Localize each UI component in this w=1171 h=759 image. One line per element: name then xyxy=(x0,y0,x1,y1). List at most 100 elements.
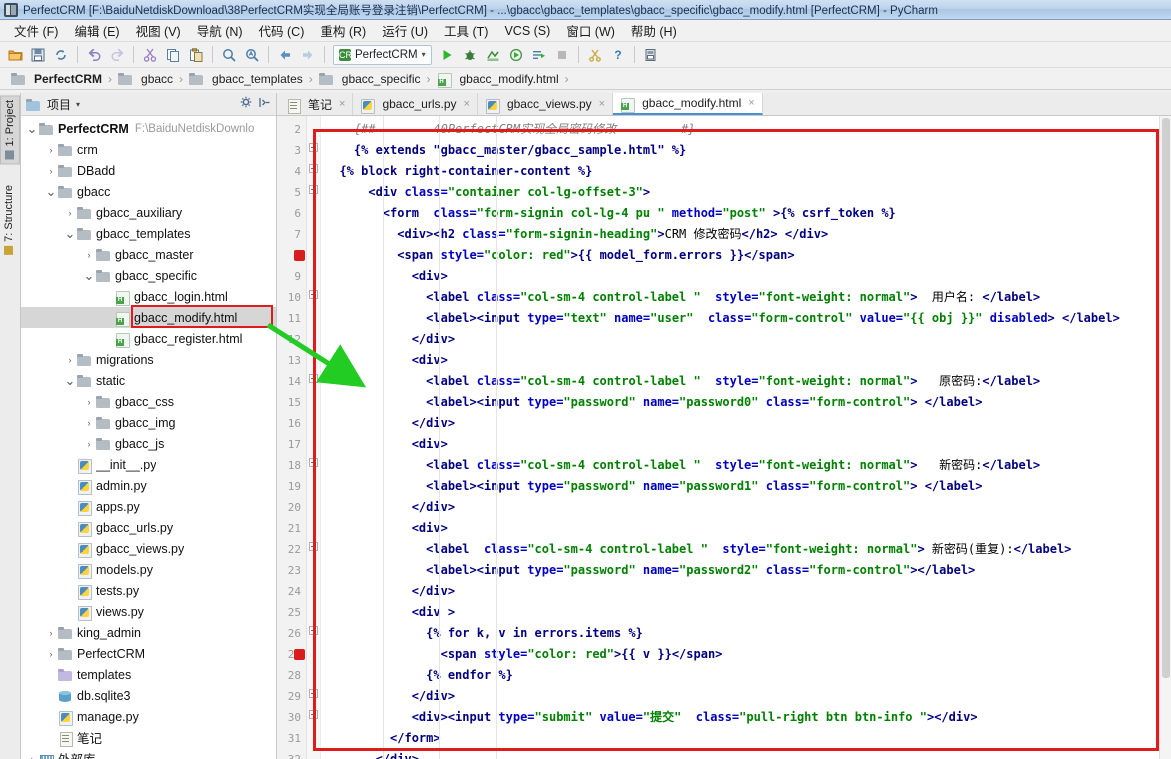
editor-tab-gbacc_views.py[interactable]: gbacc_views.py × xyxy=(478,93,614,115)
paste-icon[interactable] xyxy=(185,44,207,66)
line-number[interactable]: 27 xyxy=(277,644,306,665)
code-line[interactable]: {% for k, v in errors.items %} xyxy=(321,623,1159,644)
open-folder-icon[interactable] xyxy=(4,44,26,66)
code-line[interactable]: <span style="color: red">{{ model_form.e… xyxy=(321,245,1159,266)
menu-help[interactable]: 帮助 (H) xyxy=(623,19,685,42)
chevron-right-icon[interactable]: › xyxy=(82,439,96,449)
line-number[interactable]: 29 xyxy=(277,686,306,707)
code-line[interactable]: <label><input type="password" name="pass… xyxy=(321,476,1159,497)
close-icon[interactable]: × xyxy=(339,98,345,110)
fold-marker[interactable] xyxy=(309,458,318,467)
forward-icon[interactable] xyxy=(297,44,319,66)
line-number[interactable]: 32 xyxy=(277,749,306,759)
chevron-down-icon[interactable]: ⌄ xyxy=(63,227,77,240)
tree-item-gbacc_register.html[interactable]: gbacc_register.html xyxy=(21,328,276,349)
tree-item-gbacc[interactable]: ⌄ gbacc xyxy=(21,181,276,202)
line-number[interactable]: 18 xyxy=(277,455,306,476)
line-number[interactable]: 26 xyxy=(277,623,306,644)
tree-item-templates[interactable]: templates xyxy=(21,664,276,685)
fold-marker[interactable] xyxy=(309,290,318,299)
menu-window[interactable]: 窗口 (W) xyxy=(558,19,623,42)
line-number[interactable]: 6 xyxy=(277,203,306,224)
code-line[interactable]: {% endfor %} xyxy=(321,665,1159,686)
line-number[interactable]: 7 xyxy=(277,224,306,245)
fold-marker[interactable] xyxy=(309,689,318,698)
chevron-down-icon[interactable]: ⌄ xyxy=(63,374,77,387)
code-line[interactable]: <div> xyxy=(321,518,1159,539)
menu-refactor[interactable]: 重构 (R) xyxy=(312,19,374,42)
tree-item-db.sqlite3[interactable]: db.sqlite3 xyxy=(21,685,276,706)
tree-item-perfectcrm[interactable]: ⌄ PerfectCRM F:\BaiduNetdiskDownlo xyxy=(21,118,276,139)
chevron-down-icon[interactable]: ⌄ xyxy=(44,185,58,198)
profile-icon[interactable] xyxy=(505,44,527,66)
tree-item-gbacc_modify.html[interactable]: gbacc_modify.html xyxy=(21,307,276,328)
code-line[interactable]: <form class="form-signin col-lg-4 pu " m… xyxy=(321,203,1159,224)
code-line[interactable]: <label><input type="password" name="pass… xyxy=(321,560,1159,581)
line-number[interactable]: 12 xyxy=(277,329,306,350)
close-icon[interactable]: × xyxy=(748,97,754,109)
line-number[interactable]: 3 xyxy=(277,140,306,161)
chevron-right-icon[interactable]: › xyxy=(44,628,58,638)
code-line[interactable]: {% block right-container-content %} xyxy=(321,161,1159,182)
breakpoint-marker[interactable] xyxy=(294,250,305,261)
tree-item-perfectcrm[interactable]: › PerfectCRM xyxy=(21,643,276,664)
line-number[interactable]: 8 xyxy=(277,245,306,266)
line-number[interactable]: 5 xyxy=(277,182,306,203)
tool-tab-structure[interactable]: 7: Structure xyxy=(0,181,18,259)
tree-item-gbacc_js[interactable]: › gbacc_js xyxy=(21,433,276,454)
tree-item-manage.py[interactable]: manage.py xyxy=(21,706,276,727)
line-number[interactable]: 30 xyxy=(277,707,306,728)
close-icon[interactable]: × xyxy=(599,98,605,110)
line-number[interactable]: 2 xyxy=(277,119,306,140)
chevron-right-icon[interactable]: › xyxy=(44,166,58,176)
code-line[interactable]: <label><input type="text" name="user" cl… xyxy=(321,308,1159,329)
chevron-right-icon[interactable]: › xyxy=(25,754,39,759)
code-line[interactable]: <div><input type="submit" value="提交" cla… xyxy=(321,707,1159,728)
code-line[interactable]: {## —————— 40PerfectCRM实现全局密码修改—————————… xyxy=(321,119,1159,140)
sync-icon[interactable] xyxy=(50,44,72,66)
line-number[interactable]: 25 xyxy=(277,602,306,623)
replace-icon[interactable] xyxy=(241,44,263,66)
menu-code[interactable]: 代码 (C) xyxy=(251,19,313,42)
tree-item-dbadd[interactable]: › DBadd xyxy=(21,160,276,181)
editor-tab-gbacc_modify.html[interactable]: gbacc_modify.html × xyxy=(613,93,763,115)
tree-item-gbacc_master[interactable]: › gbacc_master xyxy=(21,244,276,265)
back-icon[interactable] xyxy=(274,44,296,66)
breadcrumb-item-perfectcrm[interactable]: PerfectCRM xyxy=(7,71,106,87)
tree-item-static[interactable]: ⌄ static xyxy=(21,370,276,391)
tool-tab-project[interactable]: 1: Project xyxy=(0,95,20,165)
tree-item-crm[interactable]: › crm xyxy=(21,139,276,160)
tree-item-gbacc_img[interactable]: › gbacc_img xyxy=(21,412,276,433)
tree-item-migrations[interactable]: › migrations xyxy=(21,349,276,370)
line-number-gutter[interactable]: 2345678910111213141516171819202122232425… xyxy=(277,116,307,759)
find-icon[interactable] xyxy=(218,44,240,66)
menu-run[interactable]: 运行 (U) xyxy=(374,19,436,42)
line-number[interactable]: 11 xyxy=(277,308,306,329)
fold-marker[interactable] xyxy=(309,542,318,551)
chevron-right-icon[interactable]: › xyxy=(82,418,96,428)
tree-item-__init__.py[interactable]: __init__.py xyxy=(21,454,276,475)
menu-file[interactable]: 文件 (F) xyxy=(6,19,66,42)
code-line[interactable]: <span style="color: red">{{ v }}</span> xyxy=(321,644,1159,665)
menu-vcs[interactable]: VCS (S) xyxy=(496,22,558,40)
chevron-right-icon[interactable]: › xyxy=(44,649,58,659)
copy-icon[interactable] xyxy=(162,44,184,66)
editor-tab-bar[interactable]: 笔记×gbacc_urls.py×gbacc_views.py×gbacc_mo… xyxy=(277,93,1171,116)
menu-view[interactable]: 视图 (V) xyxy=(128,19,189,42)
code-line[interactable]: {% extends "gbacc_master/gbacc_sample.ht… xyxy=(321,140,1159,161)
tree-item-apps.py[interactable]: apps.py xyxy=(21,496,276,517)
code-line[interactable]: </div> xyxy=(321,581,1159,602)
line-number[interactable]: 16 xyxy=(277,413,306,434)
code-line[interactable]: </div> xyxy=(321,329,1159,350)
project-panel-title-group[interactable]: 项目 xyxy=(26,96,71,113)
line-number[interactable]: 13 xyxy=(277,350,306,371)
fold-marker[interactable] xyxy=(309,374,318,383)
code-line[interactable]: </form> xyxy=(321,728,1159,749)
menu-edit[interactable]: 编辑 (E) xyxy=(66,19,127,42)
tree-item-views.py[interactable]: views.py xyxy=(21,601,276,622)
close-icon[interactable]: × xyxy=(464,98,470,110)
tree-item-gbacc_css[interactable]: › gbacc_css xyxy=(21,391,276,412)
chevron-down-icon[interactable]: ⌄ xyxy=(25,122,39,135)
line-number[interactable]: 24 xyxy=(277,581,306,602)
breadcrumb-item-gbacc[interactable]: gbacc xyxy=(114,71,177,87)
